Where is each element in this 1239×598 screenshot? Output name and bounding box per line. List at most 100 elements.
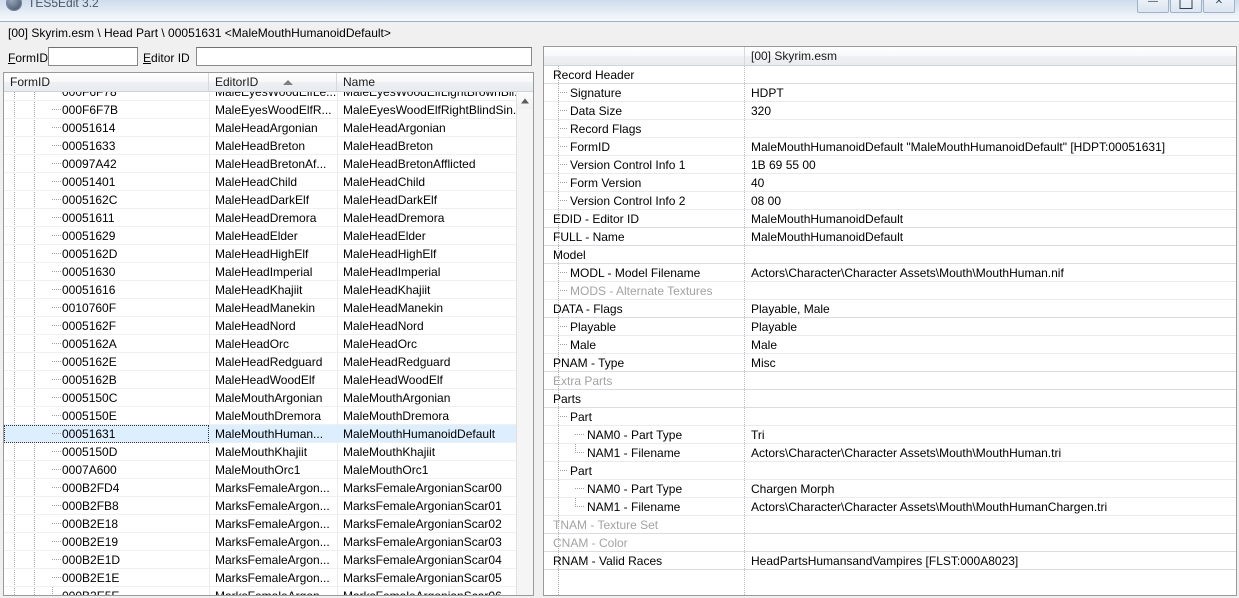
cell-formid: 00051401 <box>62 175 116 189</box>
record-row[interactable]: Part <box>544 462 1236 480</box>
record-row[interactable]: Parts <box>544 390 1236 408</box>
record-row-label: Playable <box>570 320 617 334</box>
record-row[interactable]: MODS - Alternate Textures <box>544 282 1236 300</box>
table-row[interactable]: 00051611 MaleHeadDremora MaleHeadDremora <box>4 209 533 227</box>
record-row[interactable]: Playable Playable <box>544 318 1236 336</box>
cell-formid: 0005162B <box>62 373 117 387</box>
table-row[interactable]: 000B2FB8 MarksFemaleArgon... MarksFemaleAr… <box>4 497 533 515</box>
record-row-value: Male <box>751 338 778 352</box>
cell-formid: 0005150C <box>62 391 118 405</box>
scrollbar-track[interactable] <box>517 109 533 578</box>
table-row[interactable]: 0005150D MaleMouthKhajiit MaleMouthKhajiit <box>4 443 533 461</box>
record-row[interactable]: Record Flags <box>544 120 1236 138</box>
record-row[interactable]: NAM0 - Part Type Chargen Morph <box>544 480 1236 498</box>
table-row[interactable]: 00051630 MaleHeadImperial MaleHeadImperial <box>4 263 533 281</box>
record-row[interactable]: CNAM - Color <box>544 534 1236 552</box>
record-row-value: 1B 69 55 00 <box>751 158 816 172</box>
record-row[interactable]: MODL - Model Filename Actors\Character\Ch… <box>544 264 1236 282</box>
table-row[interactable]: 000B2FD4 MarksFemaleArgon... MarksFemaleAr… <box>4 479 533 497</box>
record-row[interactable]: NAM1 - Filename Actors\Character\Characte… <box>544 498 1236 516</box>
table-row[interactable]: 00051631 MaleMouthHuman... MaleMouthHumano… <box>4 425 533 443</box>
editorid-filter-input[interactable] <box>196 47 532 66</box>
record-row-label: Model <box>553 248 586 262</box>
cell-formid: 0005162A <box>62 337 117 351</box>
record-row[interactable]: PNAM - Type Misc <box>544 354 1236 372</box>
table-row[interactable]: 0005150C MaleMouthArgonian MaleMouthArgoni… <box>4 389 533 407</box>
record-row[interactable]: Model <box>544 246 1236 264</box>
table-row[interactable]: 00051401 MaleHeadChild MaleHeadChild <box>4 173 533 191</box>
record-row-label: Signature <box>570 86 622 100</box>
table-row[interactable]: 000B2E18 MarksFemaleArgon... MarksFemaleAr… <box>4 515 533 533</box>
record-row[interactable]: EDID - Editor ID MaleMouthHumanoidDefault <box>544 210 1236 228</box>
formid-filter-text[interactable] <box>49 48 137 65</box>
grid-body[interactable]: 000F6F78 MaleEyesWoodElfLe... MaleEyesWood… <box>4 92 533 595</box>
record-row[interactable]: Record Header <box>544 66 1236 84</box>
maximize-button[interactable] <box>1170 0 1202 13</box>
table-row[interactable]: 00051629 MaleHeadElder MaleHeadElder <box>4 227 533 245</box>
cell-name: MaleMouthOrc1 <box>343 463 429 477</box>
table-row[interactable]: 0005150E MaleMouthDremora MaleMouthDremora <box>4 407 533 425</box>
record-row[interactable]: NAM1 - Filename Actors\Character\Characte… <box>544 444 1236 462</box>
grid-vertical-scrollbar[interactable] <box>516 92 533 595</box>
scroll-up-button[interactable] <box>517 92 533 109</box>
table-row[interactable]: 0010760F MaleHeadManekin MaleHeadManekin <box>4 299 533 317</box>
table-row[interactable]: 00051616 MaleHeadKhajiit MaleHeadKhajiit <box>4 281 533 299</box>
record-row[interactable]: Male Male <box>544 336 1236 354</box>
table-row[interactable]: 000B2E5EMarksFemaleArgon...MarksFemaleAr… <box>4 587 533 595</box>
table-row[interactable]: 000B2E19 MarksFemaleArgon... MarksFemaleAr… <box>4 533 533 551</box>
editorid-filter-text[interactable] <box>197 48 531 65</box>
record-row-value: Tri <box>751 428 765 442</box>
table-row[interactable]: 00051633 MaleHeadBreton MaleHeadBreton <box>4 137 533 155</box>
column-header-formid[interactable]: FormID <box>4 73 209 92</box>
record-row[interactable]: Form Version 40 <box>544 174 1236 192</box>
cell-name: MarksFemaleArgonianScar00 <box>343 481 502 495</box>
cell-formid: 0010760F <box>62 301 117 315</box>
minimize-icon: — <box>1148 0 1158 7</box>
table-row[interactable]: 0005162E MaleHeadRedguard MaleHeadRedguard <box>4 353 533 371</box>
record-row-value: Chargen Morph <box>751 482 835 496</box>
record-row[interactable]: Part <box>544 408 1236 426</box>
record-row[interactable]: Data Size 320 <box>544 102 1236 120</box>
table-row[interactable]: 0007A600 MaleMouthOrc1 MaleMouthOrc1 <box>4 461 533 479</box>
cell-formid: 00051616 <box>62 283 116 297</box>
table-row[interactable]: 0005162B MaleHeadWoodElf MaleHeadWoodElf <box>4 371 533 389</box>
record-row[interactable]: RNAM - Valid Races HeadPartsHumansandVamp… <box>544 552 1236 570</box>
record-row-label: EDID - Editor ID <box>553 212 640 226</box>
record-grid: FormID EditorID Name 000F6F78 MaleEyesWoo… <box>3 72 534 596</box>
table-row[interactable]: 000B2E1E MarksFemaleArgon... MarksFemaleAr… <box>4 569 533 587</box>
table-row[interactable]: 0005162A MaleHeadOrc MaleHeadOrc <box>4 335 533 353</box>
close-button[interactable]: ✕ <box>1203 0 1235 13</box>
table-row[interactable]: 0005162D MaleHeadHighElf MaleHeadHighElf <box>4 245 533 263</box>
cell-formid: 0005162C <box>62 193 118 207</box>
column-header-name[interactable]: Name <box>337 73 533 92</box>
table-row[interactable]: 000B2E1D MarksFemaleArgon... MarksFemaleAr… <box>4 551 533 569</box>
record-row[interactable]: Extra Parts <box>544 372 1236 390</box>
record-row[interactable]: TNAM - Texture Set <box>544 516 1236 534</box>
table-row[interactable]: 0005162F MaleHeadNord MaleHeadNord <box>4 317 533 335</box>
table-row[interactable]: 00051614 MaleHeadArgonian MaleHeadArgonian <box>4 119 533 137</box>
column-header-editorid[interactable]: EditorID <box>209 73 337 92</box>
record-detail-body[interactable]: Record Header Signature HDPT Data Size 320 Re… <box>544 66 1236 595</box>
table-row[interactable]: 000F6F7B MaleEyesWoodElfR... MaleEyesWoodE… <box>4 101 533 119</box>
table-row[interactable]: 00097A42 MaleHeadBretonAf... MaleHeadBreto… <box>4 155 533 173</box>
cell-editorid: MaleHeadNord <box>215 319 296 333</box>
cell-formid: 000B2E5E <box>4 587 209 595</box>
record-row[interactable]: DATA - Flags Playable, Male <box>544 300 1236 318</box>
table-row[interactable]: 000F6F78 MaleEyesWoodElfLe... MaleEyesWood… <box>4 92 533 101</box>
record-row-value: HeadPartsHumansandVampires [FLST:000A802… <box>751 554 1019 568</box>
record-row-label: MODS - Alternate Textures <box>570 284 713 298</box>
record-row[interactable]: NAM0 - Part Type Tri <box>544 426 1236 444</box>
table-row[interactable]: 0005162C MaleHeadDarkElf MaleHeadDarkElf <box>4 191 533 209</box>
record-row[interactable]: FULL - Name MaleMouthHumanoidDefault <box>544 228 1236 246</box>
formid-filter-input[interactable] <box>48 47 138 66</box>
cell-name: MaleHeadKhajiit <box>343 283 431 297</box>
record-row[interactable]: Signature HDPT <box>544 84 1236 102</box>
record-rows: Record Header Signature HDPT Data Size 320 Re… <box>544 66 1236 570</box>
record-row[interactable]: Version Control Info 2 08 00 <box>544 192 1236 210</box>
cell-name: MaleHeadManekin <box>343 301 444 315</box>
record-row[interactable]: Version Control Info 1 1B 69 55 00 <box>544 156 1236 174</box>
record-row[interactable]: FormID MaleMouthHumanoidDefault "MaleMout… <box>544 138 1236 156</box>
formid-filter-label: FormID <box>8 51 49 65</box>
minimize-button[interactable]: — <box>1137 0 1169 13</box>
record-detail-header-plugin[interactable]: [00] Skyrim.esm <box>744 47 837 66</box>
